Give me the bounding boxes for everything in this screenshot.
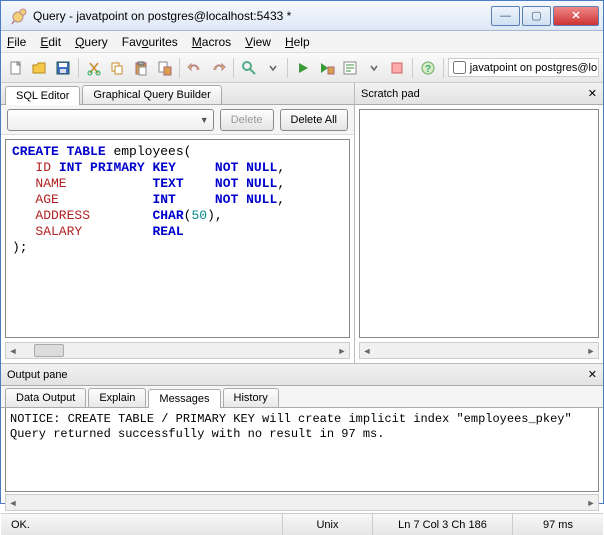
status-position: Ln 7 Col 3 Ch 186 — [373, 514, 513, 535]
close-button[interactable]: ✕ — [553, 6, 599, 26]
find-icon[interactable] — [238, 57, 260, 79]
menu-file[interactable]: File — [7, 35, 26, 49]
scroll-left-icon[interactable]: ◄ — [6, 343, 20, 358]
window-title: Query - javatpoint on postgres@localhost… — [33, 9, 489, 23]
tab-messages[interactable]: Messages — [148, 389, 220, 408]
new-file-icon[interactable] — [5, 57, 27, 79]
previous-queries-combo[interactable]: ▼ — [7, 109, 214, 131]
explain-down-icon[interactable] — [363, 57, 385, 79]
menubar: File Edit Query Favourites Macros View H… — [1, 31, 603, 53]
scratch-pad-title: Scratch pad ✕ — [355, 83, 603, 105]
output-body[interactable]: NOTICE: CREATE TABLE / PRIMARY KEY will … — [5, 408, 599, 492]
menu-view[interactable]: View — [245, 35, 271, 49]
tab-history[interactable]: History — [223, 388, 279, 407]
titlebar: Query - javatpoint on postgres@localhost… — [1, 1, 603, 31]
execute-icon[interactable] — [292, 57, 314, 79]
copy-icon[interactable] — [106, 57, 128, 79]
maximize-button[interactable]: ▢ — [522, 6, 551, 26]
svg-text:?: ? — [425, 64, 431, 75]
scratch-pad-body[interactable] — [359, 109, 599, 338]
minimize-button[interactable]: — — [491, 6, 520, 26]
cut-icon[interactable] — [83, 57, 105, 79]
menu-help[interactable]: Help — [285, 35, 310, 49]
find-down-icon[interactable] — [262, 57, 284, 79]
scroll-left-icon[interactable]: ◄ — [360, 343, 374, 358]
menu-macros[interactable]: Macros — [192, 35, 231, 49]
output-pane: Output pane ✕ Data Output Explain Messag… — [1, 363, 603, 511]
output-tabs: Data Output Explain Messages History — [1, 386, 603, 408]
clear-icon[interactable] — [153, 57, 175, 79]
delete-button[interactable]: Delete — [220, 109, 274, 131]
open-folder-icon[interactable] — [29, 57, 51, 79]
help-icon[interactable]: ? — [417, 57, 439, 79]
scroll-right-icon[interactable]: ► — [584, 495, 598, 510]
scratch-close-icon[interactable]: ✕ — [588, 87, 597, 100]
statusbar: OK. Unix Ln 7 Col 3 Ch 186 97 ms — [1, 513, 603, 535]
menu-favourites[interactable]: Favourites — [122, 35, 178, 49]
tab-explain[interactable]: Explain — [88, 388, 146, 407]
output-hscrollbar[interactable]: ◄ ► — [5, 494, 599, 511]
stop-icon[interactable] — [387, 57, 409, 79]
app-icon — [10, 7, 28, 25]
tab-graphical-query-builder[interactable]: Graphical Query Builder — [82, 85, 221, 104]
editor-hscrollbar[interactable]: ◄ ► — [5, 342, 350, 359]
paste-icon[interactable] — [130, 57, 152, 79]
menu-edit[interactable]: Edit — [40, 35, 61, 49]
editor-toolbar: ▼ Delete Delete All — [1, 105, 354, 135]
status-mode: Unix — [283, 514, 373, 535]
scroll-right-icon[interactable]: ► — [335, 343, 349, 358]
toolbar: ? javatpoint on postgres@lo — [1, 53, 603, 83]
editor-tabs: SQL Editor Graphical Query Builder — [1, 83, 354, 105]
status-time: 97 ms — [513, 514, 603, 535]
scroll-left-icon[interactable]: ◄ — [6, 495, 20, 510]
connection-checkbox[interactable] — [453, 61, 466, 74]
scratch-hscrollbar[interactable]: ◄ ► — [359, 342, 599, 359]
connection-combo[interactable]: javatpoint on postgres@lo — [448, 58, 599, 77]
output-close-icon[interactable]: ✕ — [588, 368, 597, 381]
tab-sql-editor[interactable]: SQL Editor — [5, 86, 80, 105]
undo-icon[interactable] — [184, 57, 206, 79]
save-icon[interactable] — [52, 57, 74, 79]
connection-label: javatpoint on postgres@lo — [470, 62, 597, 74]
delete-all-button[interactable]: Delete All — [280, 109, 348, 131]
status-ok: OK. — [1, 514, 283, 535]
explain-icon[interactable] — [339, 57, 361, 79]
sql-editor-pane: SQL Editor Graphical Query Builder ▼ Del… — [1, 83, 355, 363]
scroll-right-icon[interactable]: ► — [584, 343, 598, 358]
scratch-pad-pane: Scratch pad ✕ ◄ ► — [355, 83, 603, 363]
output-pane-title: Output pane ✕ — [1, 364, 603, 386]
execute-pgscript-icon[interactable] — [316, 57, 338, 79]
tab-data-output[interactable]: Data Output — [5, 388, 86, 407]
window-controls: — ▢ ✕ — [489, 6, 599, 26]
sql-editor[interactable]: CREATE TABLE employees( ID INT PRIMARY K… — [5, 139, 350, 338]
redo-icon[interactable] — [208, 57, 230, 79]
scroll-thumb[interactable] — [34, 344, 64, 357]
menu-query[interactable]: Query — [75, 35, 108, 49]
